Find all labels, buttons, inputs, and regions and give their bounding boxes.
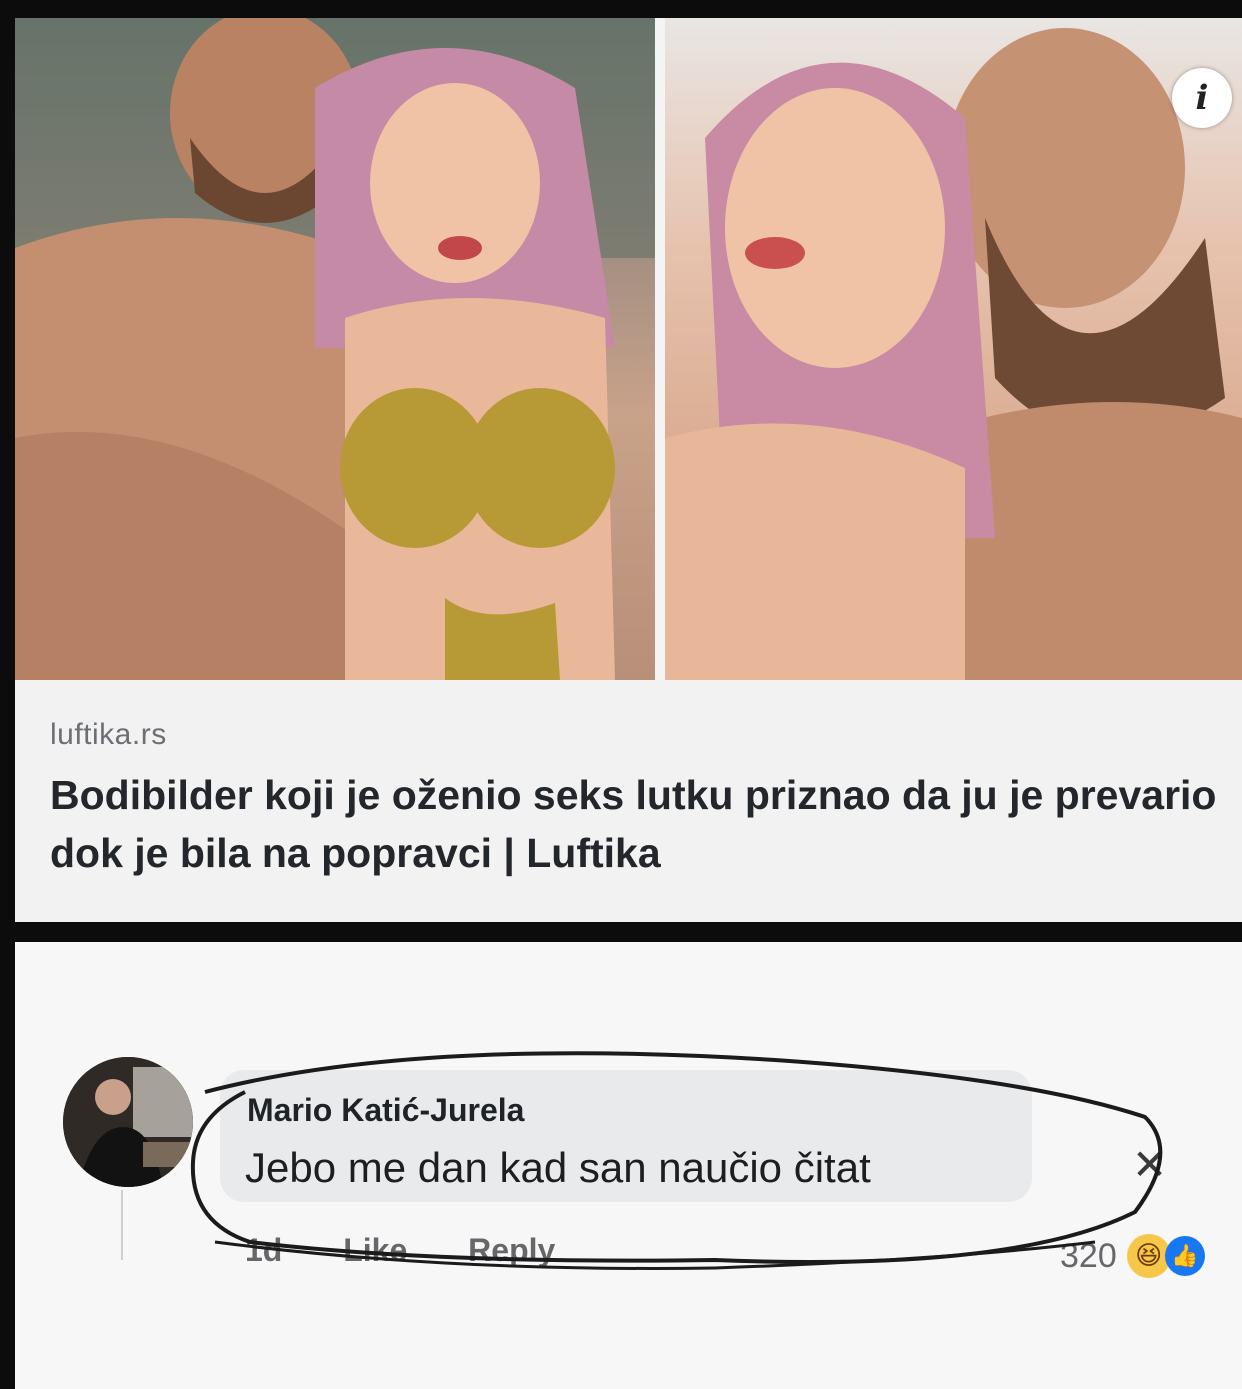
comment-author[interactable]: Mario Katić-Jurela <box>247 1092 524 1129</box>
preview-image-right[interactable]: i <box>665 18 1242 680</box>
comment-actions: 1d Like Reply <box>245 1232 607 1269</box>
thread-line <box>121 1190 123 1260</box>
reaction-count: 320 <box>1060 1236 1117 1275</box>
reply-button[interactable]: Reply <box>468 1232 555 1268</box>
close-icon[interactable]: ✕ <box>1132 1140 1167 1189</box>
photo-illustration-right <box>665 28 1242 680</box>
image-divider <box>655 18 665 680</box>
photo-illustration-left <box>15 18 655 680</box>
reaction-summary[interactable]: 320 😆 👍 <box>1060 1234 1205 1278</box>
info-badge-icon[interactable]: i <box>1172 68 1232 128</box>
link-meta: luftika.rs Bodibilder koji je oženio sek… <box>50 718 1222 882</box>
avatar-photo <box>63 1057 193 1187</box>
like-button[interactable]: Like <box>343 1232 407 1268</box>
like-reaction-icon: 👍 <box>1164 1236 1205 1276</box>
comment-text: Jebo me dan kad san naučio čitat <box>245 1144 871 1191</box>
comment-panel: Mario Katić-Jurela Jebo me dan kad san n… <box>15 942 1242 1389</box>
avatar[interactable] <box>63 1057 193 1187</box>
link-headline[interactable]: Bodibilder koji je oženio seks lutku pri… <box>50 766 1222 882</box>
link-preview-card[interactable]: i luftika.rs Bodibilder koji je oženio s… <box>15 18 1242 922</box>
link-domain[interactable]: luftika.rs <box>50 718 1222 752</box>
comment-timestamp: 1d <box>245 1232 283 1268</box>
preview-image-left[interactable] <box>15 18 655 680</box>
